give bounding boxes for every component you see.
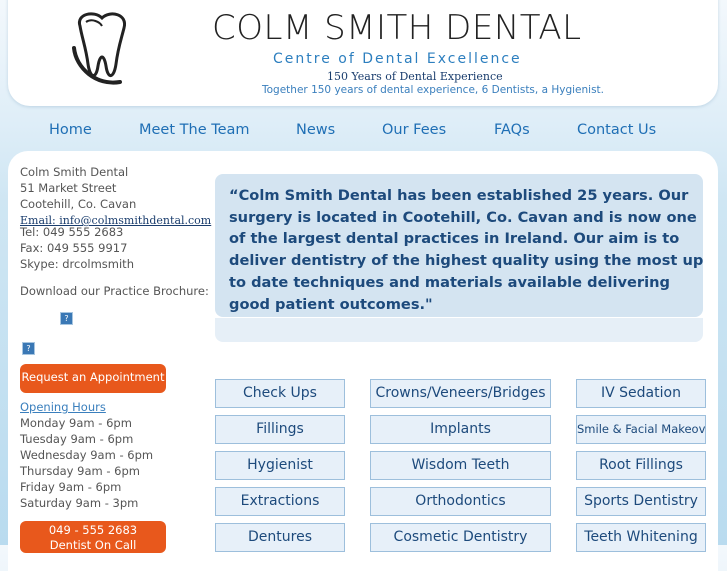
hours-item: Tuesday 9am - 6pm	[20, 432, 134, 446]
brochure-label: Download our Practice Brochure:	[20, 284, 209, 298]
practice-name: Colm Smith Dental	[20, 165, 129, 179]
service-hygienist[interactable]: Hygienist	[215, 451, 345, 480]
site-header: COLM SMITH DENTAL Centre of Dental Excel…	[8, 0, 718, 106]
on-call-phone: 049 - 555 2683	[48, 523, 138, 537]
skype-id: Skype: drcolmsmith	[20, 257, 134, 271]
experience-line: 150 Years of Dental Experience	[327, 70, 503, 83]
hours-item: Friday 9am - 6pm	[20, 480, 122, 494]
service-implants[interactable]: Implants	[370, 415, 551, 444]
on-call-label: Dentist On Call	[49, 538, 137, 552]
broken-image-icon[interactable]: ?	[22, 342, 35, 355]
service-smile-facial-makeover[interactable]: Smile & Facial Makeover	[576, 415, 706, 444]
service-crowns-veneers-bridges[interactable]: Crowns/Veneers/Bridges	[370, 379, 551, 408]
nav-meet-the-team[interactable]: Meet The Team	[139, 122, 250, 138]
service-check-ups[interactable]: Check Ups	[215, 379, 345, 408]
service-sports-dentistry[interactable]: Sports Dentistry	[576, 487, 706, 516]
nav-home[interactable]: Home	[49, 122, 92, 138]
service-wisdom-teeth[interactable]: Wisdom Teeth	[370, 451, 551, 480]
address-street: 51 Market Street	[20, 181, 117, 195]
service-extractions[interactable]: Extractions	[215, 487, 345, 516]
opening-hours-link[interactable]: Opening Hours	[20, 400, 106, 414]
nav-contact-us[interactable]: Contact Us	[577, 122, 656, 138]
nav-our-fees[interactable]: Our Fees	[382, 122, 446, 138]
hours-heading-row: Opening Hours	[20, 400, 106, 414]
tooth-logo-icon[interactable]	[66, 8, 138, 88]
request-appointment-button[interactable]: Request an Appointment	[20, 364, 166, 393]
fax-number: Fax: 049 555 9917	[20, 241, 128, 255]
phone-number: Tel: 049 555 2683	[20, 225, 124, 239]
service-orthodontics[interactable]: Orthodontics	[370, 487, 551, 516]
service-teeth-whitening[interactable]: Teeth Whitening	[576, 523, 706, 552]
hours-item: Saturday 9am - 3pm	[20, 496, 139, 510]
brand-title: COLM SMITH DENTAL	[212, 8, 582, 48]
service-fillings[interactable]: Fillings	[215, 415, 345, 444]
hours-item: Monday 9am - 6pm	[20, 416, 132, 430]
team-summary: Together 150 years of dental experience,…	[262, 84, 604, 96]
quote-box-footer	[215, 318, 703, 342]
service-dentures[interactable]: Dentures	[215, 523, 345, 552]
nav-news[interactable]: News	[296, 122, 335, 138]
nav-faqs[interactable]: FAQs	[494, 122, 530, 138]
address-town: Cootehill, Co. Cavan	[20, 197, 137, 211]
service-iv-sedation[interactable]: IV Sedation	[576, 379, 706, 408]
practice-quote: “Colm Smith Dental has been established …	[229, 187, 704, 313]
service-cosmetic-dentistry[interactable]: Cosmetic Dentistry	[370, 523, 551, 552]
main-nav: Home Meet The Team News Our Fees FAQs Co…	[0, 122, 727, 142]
hours-item: Thursday 9am - 6pm	[20, 464, 140, 478]
hours-item: Wednesday 9am - 6pm	[20, 448, 154, 462]
service-root-fillings[interactable]: Root Fillings	[576, 451, 706, 480]
brand-tagline: Centre of Dental Excellence	[273, 51, 522, 67]
dentist-on-call-button[interactable]: 049 - 555 2683 Dentist On Call	[20, 521, 166, 553]
brochure-image-icon[interactable]: ?	[60, 312, 73, 325]
